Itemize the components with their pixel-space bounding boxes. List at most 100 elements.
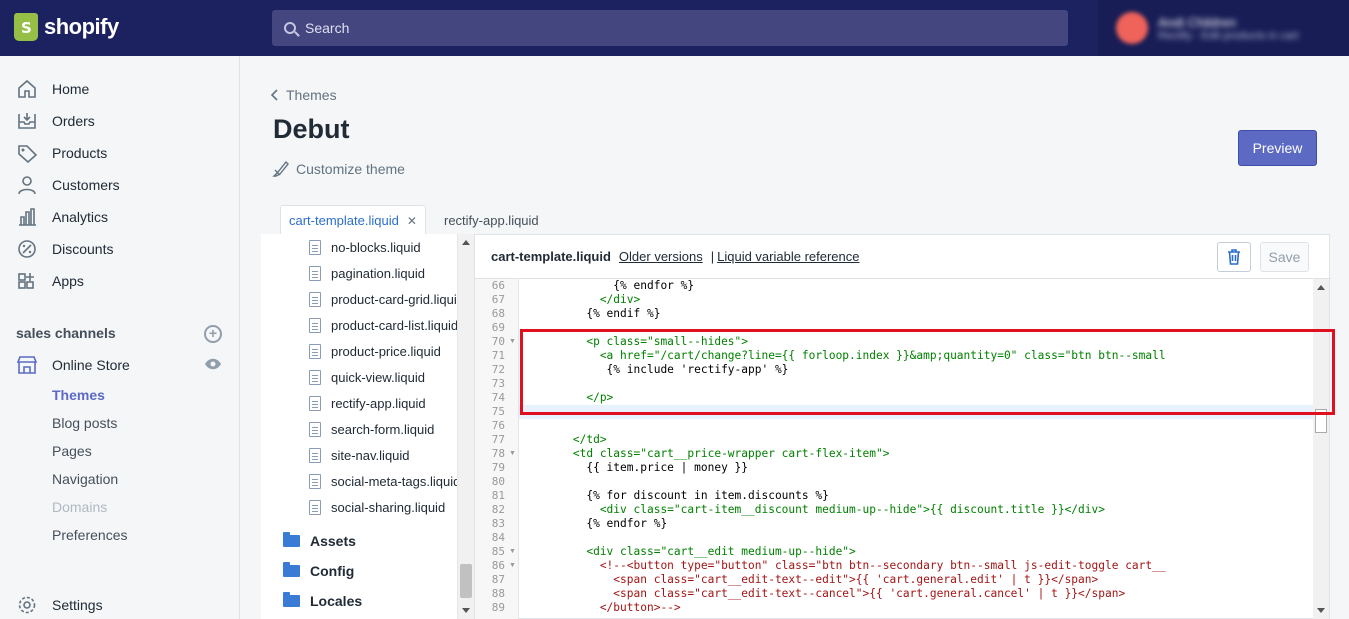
file-icon [309, 448, 321, 463]
file-icon [309, 396, 321, 411]
file-item[interactable]: product-card-grid.liquid [309, 292, 464, 307]
sidebar-item-home[interactable]: Home [16, 79, 89, 99]
sidebar-item-orders[interactable]: Orders [16, 111, 95, 131]
line-number: 74 [491, 391, 505, 404]
file-tree-scrollbar[interactable] [457, 234, 474, 619]
active-line-highlight [519, 405, 1313, 419]
code-line: </p> [519, 391, 614, 404]
fold-arrow-icon[interactable]: ▼ [509, 447, 516, 461]
eye-icon[interactable] [204, 358, 222, 370]
shopify-logo[interactable]: shopify [14, 13, 119, 41]
save-button[interactable]: Save [1260, 242, 1309, 272]
chevron-left-icon [270, 89, 278, 101]
line-number: 67 [491, 293, 505, 306]
sidebar-item-analytics[interactable]: Analytics [16, 207, 108, 227]
scroll-up-arrow[interactable] [1317, 285, 1325, 290]
line-number: 80 [491, 475, 505, 488]
sidebar-subitem-pages[interactable]: Pages [52, 443, 92, 459]
tab-cart-template[interactable]: cart-template.liquid ✕ [280, 205, 426, 235]
file-label: product-card-list.liquid [331, 318, 459, 333]
line-number: 71 [491, 349, 505, 362]
account-menu[interactable]: Andi Children Rectify - Edit products in… [1098, 0, 1349, 56]
code-line: <span class="cart__edit-text--cancel">{{… [519, 587, 1126, 600]
sidebar-subitem-themes[interactable]: Themes [52, 387, 105, 403]
file-label: product-card-grid.liquid [331, 292, 464, 307]
line-number: 70 [491, 335, 505, 348]
sidebar: Home Orders Products Customers Analytics… [0, 56, 240, 619]
scroll-thumb[interactable] [1315, 409, 1327, 433]
shopify-bag-icon [14, 13, 38, 41]
line-number: 77 [491, 433, 505, 446]
scroll-up-arrow[interactable] [462, 240, 470, 245]
line-number: 88 [491, 587, 505, 600]
customize-theme-link[interactable]: Customize theme [272, 160, 405, 178]
apps-icon [16, 271, 38, 291]
folder-label: Assets [310, 533, 356, 549]
editor-filename: cart-template.liquid [491, 249, 611, 264]
add-channel-icon[interactable]: + [204, 325, 222, 343]
code-line: <a href="/cart/change?line={{ forloop.in… [519, 349, 1166, 362]
line-number: 82 [491, 503, 505, 516]
file-item[interactable]: no-blocks.liquid [309, 240, 421, 255]
file-icon [309, 474, 321, 489]
file-item[interactable]: product-price.liquid [309, 344, 441, 359]
sidebar-item-discounts[interactable]: Discounts [16, 239, 113, 259]
sidebar-subitem-navigation[interactable]: Navigation [52, 471, 118, 487]
close-icon[interactable]: ✕ [407, 214, 417, 228]
file-item[interactable]: social-sharing.liquid [309, 500, 445, 515]
code-line: {% for discount in item.discounts %} [519, 489, 829, 502]
file-icon [309, 500, 321, 515]
fold-arrow-icon[interactable]: ▼ [509, 559, 516, 573]
code-line: {% endfor %} [519, 517, 668, 530]
sidebar-item-products[interactable]: Products [16, 143, 107, 164]
account-store: Rectify - Edit products in cart [1158, 29, 1299, 42]
code-area[interactable]: {% endfor %} </div> {% endif %} <p class… [519, 279, 1313, 619]
file-label: product-price.liquid [331, 344, 441, 359]
sidebar-subitem-blog-posts[interactable]: Blog posts [52, 415, 117, 431]
sidebar-subitem-domains[interactable]: Domains [52, 499, 107, 515]
fold-arrow-icon[interactable]: ▼ [509, 335, 516, 349]
preview-button[interactable]: Preview [1238, 130, 1317, 166]
file-item[interactable]: rectify-app.liquid [309, 396, 426, 411]
file-label: quick-view.liquid [331, 370, 425, 385]
file-item[interactable]: social-meta-tags.liquid [309, 474, 460, 489]
sidebar-item-apps[interactable]: Apps [16, 271, 84, 291]
file-item[interactable]: product-card-list.liquid [309, 318, 458, 333]
folder-config[interactable]: Config [283, 562, 354, 579]
tab-label: cart-template.liquid [289, 213, 399, 228]
editor-scrollbar[interactable] [1313, 279, 1329, 619]
breadcrumb[interactable]: Themes [270, 87, 337, 103]
line-number: 76 [491, 419, 505, 432]
delete-button[interactable] [1217, 242, 1251, 272]
sidebar-item-label: Discounts [52, 241, 114, 257]
file-item[interactable]: pagination.liquid [309, 266, 425, 281]
file-icon [309, 240, 321, 255]
liquid-reference-link[interactable]: Liquid variable reference [717, 249, 859, 264]
older-versions-link[interactable]: Older versions [619, 249, 703, 264]
folder-icon [283, 562, 300, 577]
scroll-down-arrow[interactable] [1317, 608, 1325, 613]
search-bar[interactable] [272, 10, 1068, 46]
scroll-down-arrow[interactable] [462, 608, 470, 613]
scroll-thumb[interactable] [460, 564, 472, 598]
sidebar-subitem-preferences[interactable]: Preferences [52, 527, 127, 543]
folder-locales[interactable]: Locales [283, 592, 362, 609]
search-icon [284, 22, 296, 34]
sidebar-item-settings[interactable]: Settings [16, 595, 103, 615]
top-bar: shopify Andi Children Rectify - Edit pro… [0, 0, 1349, 56]
tab-rectify-app[interactable]: rectify-app.liquid [436, 205, 547, 235]
line-number: 89 [491, 601, 505, 614]
search-input[interactable] [305, 20, 1005, 36]
code-line: </div> [519, 293, 641, 306]
sidebar-item-online-store[interactable]: Online Store [16, 355, 130, 375]
file-item[interactable]: quick-view.liquid [309, 370, 425, 385]
fold-arrow-icon[interactable]: ▼ [509, 545, 516, 559]
file-item[interactable]: site-nav.liquid [309, 448, 410, 463]
code-line: </td> [519, 433, 607, 446]
file-icon [309, 292, 321, 307]
file-item[interactable]: search-form.liquid [309, 422, 434, 437]
sidebar-item-customers[interactable]: Customers [16, 175, 120, 195]
folder-assets[interactable]: Assets [283, 532, 356, 549]
folder-icon [283, 592, 300, 607]
account-name: Andi Children [1158, 14, 1237, 30]
